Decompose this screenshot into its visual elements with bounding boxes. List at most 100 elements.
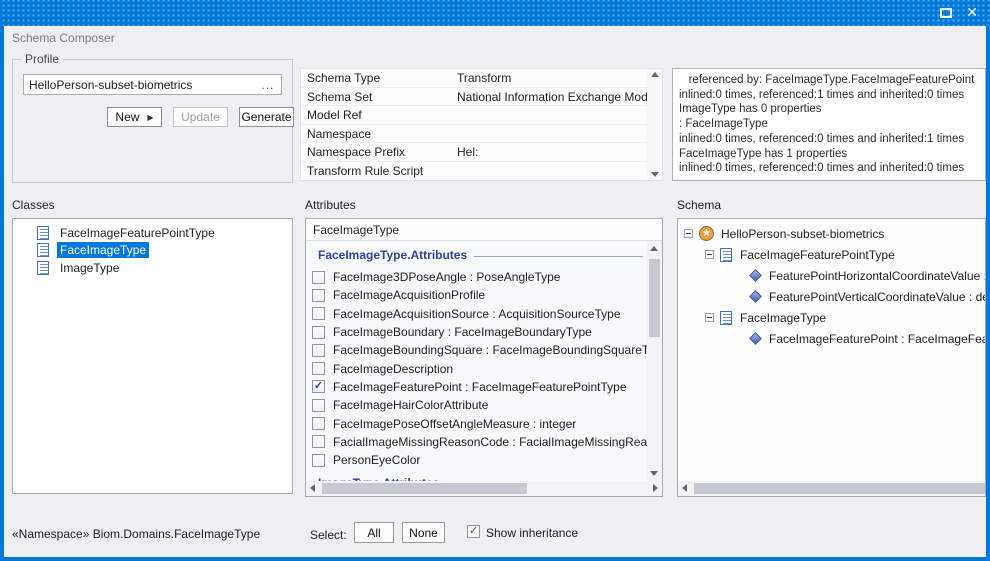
schema-label: Schema	[677, 198, 721, 212]
attribute-checkbox[interactable]	[312, 435, 325, 448]
update-button[interactable]: Update	[173, 107, 228, 127]
browse-button[interactable]: ...	[255, 78, 281, 92]
class-list-item[interactable]: FaceImageType	[13, 242, 292, 260]
attribute-name: PersonEyeColor	[333, 453, 420, 467]
scroll-down-icon[interactable]	[650, 471, 658, 476]
scroll-right-icon[interactable]	[653, 484, 658, 492]
scroll-up-icon[interactable]	[650, 246, 658, 251]
tree-node-label: FeaturePointHorizontalCoordinateValue : …	[769, 269, 985, 283]
classes-list: FaceImageFeaturePointType FaceImageType …	[12, 218, 293, 494]
attribute-row[interactable]: FaceImageHairColorAttribute	[306, 396, 647, 414]
select-none-button[interactable]: None	[402, 522, 445, 543]
scroll-left-icon[interactable]	[682, 484, 687, 492]
titlebar[interactable]: ✕	[0, 0, 990, 26]
scrollbar-thumb[interactable]	[694, 483, 985, 494]
class-list-item[interactable]: ImageType	[13, 259, 292, 277]
tree-node-label: FeaturePointVerticalCoordinateValue : de…	[769, 290, 985, 304]
attribute-checkbox[interactable]	[312, 271, 325, 284]
attributes-label: Attributes	[305, 198, 356, 212]
property-key: Schema Set	[301, 88, 453, 106]
attribute-name: FaceImagePoseOffsetAngleMeasure : intege…	[333, 417, 576, 431]
tree-node-label: HelloPerson-subset-biometrics	[721, 227, 884, 241]
attribute-row[interactable]: FaceImageBoundingSquare : FaceImageBound…	[306, 341, 647, 359]
classes-label: Classes	[12, 198, 55, 212]
close-icon[interactable]: ✕	[966, 8, 978, 18]
property-grid-scrollbar[interactable]	[647, 69, 662, 180]
schema-panel: HelloPerson-subset-biometrics FaceImageF…	[677, 218, 986, 497]
attribute-checkbox[interactable]	[312, 380, 325, 393]
attributes-horizontal-scrollbar[interactable]	[306, 481, 662, 496]
property-row[interactable]: Namespace Prefix Hel:	[301, 143, 647, 162]
property-row[interactable]: Model Ref	[301, 106, 647, 125]
attribute-row[interactable]: FaceImageAcquisitionProfile	[306, 286, 647, 304]
attribute-row[interactable]: FaceImageFeaturePoint : FaceImageFeature…	[306, 378, 647, 396]
attribute-checkbox[interactable]	[312, 399, 325, 412]
attribute-icon	[749, 332, 762, 345]
collapse-toggle-icon[interactable]	[684, 229, 693, 238]
generate-button[interactable]: Generate	[239, 107, 294, 127]
attribute-row[interactable]: FaceImagePoseOffsetAngleMeasure : intege…	[306, 414, 647, 432]
profile-legend: Profile	[21, 52, 63, 66]
attribute-checkbox[interactable]	[312, 344, 325, 357]
tree-node-label: FaceImageType	[740, 311, 826, 325]
attribute-checkbox[interactable]	[312, 362, 325, 375]
attribute-row[interactable]: PersonEyeColor	[306, 451, 647, 469]
attribute-checkbox[interactable]	[312, 326, 325, 339]
show-inheritance-checkbox[interactable]	[467, 525, 480, 538]
tree-row[interactable]: FeaturePointHorizontalCoordinateValue : …	[678, 265, 985, 286]
maximize-icon[interactable]	[940, 8, 952, 18]
attribute-checkbox[interactable]	[312, 289, 325, 302]
attribute-row[interactable]: FaceImageAcquisitionSource : Acquisition…	[306, 305, 647, 323]
property-row[interactable]: Schema Set National Information Exchange…	[301, 88, 647, 107]
attribute-row[interactable]: FaceImage3DPoseAngle : PoseAngleType	[306, 268, 647, 286]
attribute-name: FaceImageDescription	[333, 362, 453, 376]
attribute-row[interactable]: FaceImageDescription	[306, 359, 647, 377]
property-value	[453, 125, 647, 143]
scrollbar-thumb[interactable]	[649, 259, 660, 337]
scroll-down-icon[interactable]	[651, 172, 659, 177]
scrollbar-thumb[interactable]	[322, 483, 527, 494]
select-all-button[interactable]: All	[354, 522, 394, 543]
attribute-checkbox[interactable]	[312, 454, 325, 467]
attribute-icon	[749, 290, 762, 303]
property-row[interactable]: Namespace	[301, 125, 647, 144]
property-key: Model Ref	[301, 106, 453, 124]
attribute-name: FaceImageAcquisitionSource : Acquisition…	[333, 307, 621, 321]
profile-name-value: HelloPerson-subset-biometrics	[24, 78, 255, 92]
attribute-checkbox[interactable]	[312, 417, 325, 430]
attributes-vertical-scrollbar[interactable]	[647, 241, 662, 481]
tree-row[interactable]: FeaturePointVerticalCoordinateValue : de…	[678, 286, 985, 307]
tree-node-label: FaceImageFeaturePointType	[740, 248, 895, 262]
tree-row[interactable]: FaceImageFeaturePointType	[678, 244, 985, 265]
select-label: Select:	[310, 528, 347, 542]
attributes-section-header: FaceImageType.Attributes	[318, 248, 643, 262]
tree-row[interactable]: FaceImageType	[678, 307, 985, 328]
schema-horizontal-scrollbar[interactable]	[678, 481, 985, 496]
tree-row[interactable]: HelloPerson-subset-biometrics	[678, 223, 985, 244]
attribute-name: FaceImageHairColorAttribute	[333, 398, 488, 412]
new-dropdown-arrow-icon: ▶	[147, 113, 153, 122]
property-value	[453, 106, 647, 124]
collapse-toggle-icon[interactable]	[705, 313, 714, 322]
property-rows: Schema Type Transform Schema Set Nationa…	[301, 69, 647, 180]
property-key: Namespace	[301, 125, 453, 143]
attribute-checkbox[interactable]	[312, 307, 325, 320]
profile-property-grid: Schema Type Transform Schema Set Nationa…	[300, 68, 663, 181]
attribute-row[interactable]: FacialImageMissingReasonCode : FacialIma…	[306, 433, 647, 451]
scroll-left-icon[interactable]	[310, 484, 315, 492]
attribute-row[interactable]: FaceImageBoundary : FaceImageBoundaryTyp…	[306, 323, 647, 341]
attribute-icon	[749, 269, 762, 282]
schema-composer-window: ✕ Schema Composer Profile HelloPerson-su…	[0, 0, 990, 561]
attribute-name: FaceImageBoundary : FaceImageBoundaryTyp…	[333, 325, 592, 339]
schema-root-icon	[699, 226, 714, 241]
property-row[interactable]: Transform Rule Script	[301, 162, 647, 180]
collapse-toggle-icon[interactable]	[705, 250, 714, 259]
property-row[interactable]: Schema Type Transform	[301, 69, 647, 88]
tree-row[interactable]: FaceImageFeaturePoint : FaceImageFeature…	[678, 328, 985, 349]
new-button[interactable]: New ▶	[107, 107, 162, 127]
property-key: Schema Type	[301, 69, 453, 87]
attributes-body: FaceImageType.Attributes FaceImage3DPose…	[306, 241, 662, 481]
profile-name-input[interactable]: HelloPerson-subset-biometrics ...	[23, 74, 282, 95]
scroll-up-icon[interactable]	[651, 72, 659, 77]
class-list-item[interactable]: FaceImageFeaturePointType	[13, 224, 292, 242]
